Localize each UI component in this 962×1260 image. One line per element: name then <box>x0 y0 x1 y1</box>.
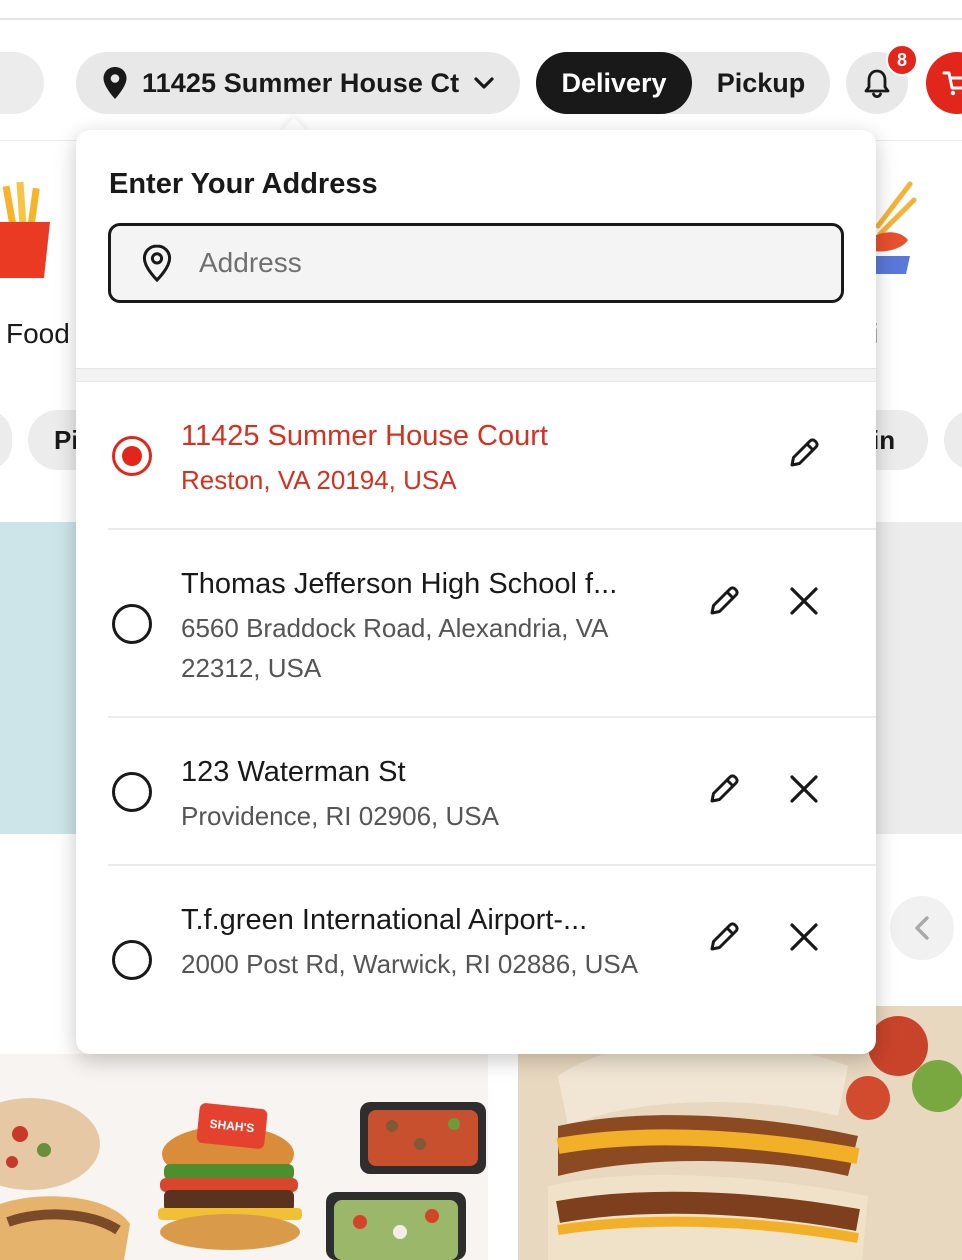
saved-address-row[interactable]: Thomas Jefferson High School f... 6560 B… <box>108 530 876 718</box>
section-divider <box>76 368 876 382</box>
carousel-prev-button[interactable] <box>890 896 954 960</box>
chevron-left-icon <box>915 916 929 940</box>
address-name: 123 Waterman St <box>181 756 406 788</box>
chevron-down-icon <box>474 77 494 89</box>
saved-address-row[interactable]: 11425 Summer House Court Reston, VA 2019… <box>108 382 876 530</box>
cart-icon <box>942 71 962 96</box>
edit-address-button[interactable] <box>702 579 746 623</box>
close-icon <box>790 587 818 615</box>
map-pin-icon <box>103 67 127 99</box>
category-label-fast-food[interactable]: Food <box>6 318 70 350</box>
address-name: Thomas Jefferson High School f... <box>181 568 618 600</box>
edit-address-button[interactable] <box>702 915 746 959</box>
filter-chip[interactable] <box>0 410 12 470</box>
delete-address-button[interactable] <box>782 915 826 959</box>
map-pin-outline-icon <box>142 244 172 283</box>
saved-address-row[interactable]: 123 Waterman St Providence, RI 02906, US… <box>108 718 876 866</box>
address-name: 11425 Summer House Court <box>181 420 548 452</box>
pencil-icon <box>710 774 739 803</box>
food-photo <box>0 1098 486 1260</box>
edit-address-button[interactable] <box>782 431 826 475</box>
address-radio[interactable] <box>112 940 152 980</box>
address-selector-button[interactable]: 11425 Summer House Ct <box>76 52 520 114</box>
edit-address-button[interactable] <box>702 767 746 811</box>
address-radio[interactable] <box>112 772 152 812</box>
ramen-category-image[interactable] <box>870 178 924 282</box>
address-name: T.f.green International Airport-... <box>181 904 588 936</box>
address-subtitle: Reston, VA 20194, USA <box>181 465 457 495</box>
close-icon <box>790 775 818 803</box>
pickup-tab[interactable]: Pickup <box>692 52 830 114</box>
delivery-pickup-toggle: Delivery Pickup <box>536 52 830 114</box>
pencil-icon <box>710 586 739 615</box>
bell-icon <box>864 69 890 98</box>
pencil-icon <box>710 922 739 951</box>
address-input[interactable] <box>199 247 799 279</box>
restaurant-card-image[interactable] <box>0 1054 488 1260</box>
address-radio[interactable] <box>112 604 152 644</box>
address-popover: Enter Your Address 11425 Summer House Co… <box>76 130 876 1054</box>
delivery-tab[interactable]: Delivery <box>536 52 692 114</box>
fast-food-category-image[interactable] <box>0 178 54 282</box>
promo-banner-next[interactable] <box>876 522 962 834</box>
chip-label: Pi <box>54 424 79 455</box>
address-subtitle: 2000 Post Rd, Warwick, RI 02886, USA <box>181 949 639 979</box>
cart-button[interactable] <box>926 52 962 114</box>
saved-address-row[interactable]: T.f.green International Airport-... 2000… <box>108 866 876 1054</box>
address-subtitle: 6560 Braddock Road, Alexandria, VA 22312… <box>181 613 607 683</box>
delete-address-button[interactable] <box>782 767 826 811</box>
delete-address-button[interactable] <box>782 579 826 623</box>
address-input-field[interactable] <box>108 223 844 303</box>
filter-chip[interactable] <box>944 410 962 470</box>
search-bar[interactable] <box>0 52 44 114</box>
address-subtitle: Providence, RI 02906, USA <box>181 801 499 831</box>
address-radio-selected[interactable] <box>112 436 152 476</box>
restaurant-logo: SHAH'S <box>196 1102 268 1150</box>
popover-title: Enter Your Address <box>109 168 378 200</box>
close-icon <box>790 923 818 951</box>
pencil-icon <box>790 438 819 467</box>
current-address-label: 11425 Summer House Ct <box>142 67 460 98</box>
notification-count-badge: 8 <box>886 44 918 76</box>
top-divider <box>0 18 962 20</box>
